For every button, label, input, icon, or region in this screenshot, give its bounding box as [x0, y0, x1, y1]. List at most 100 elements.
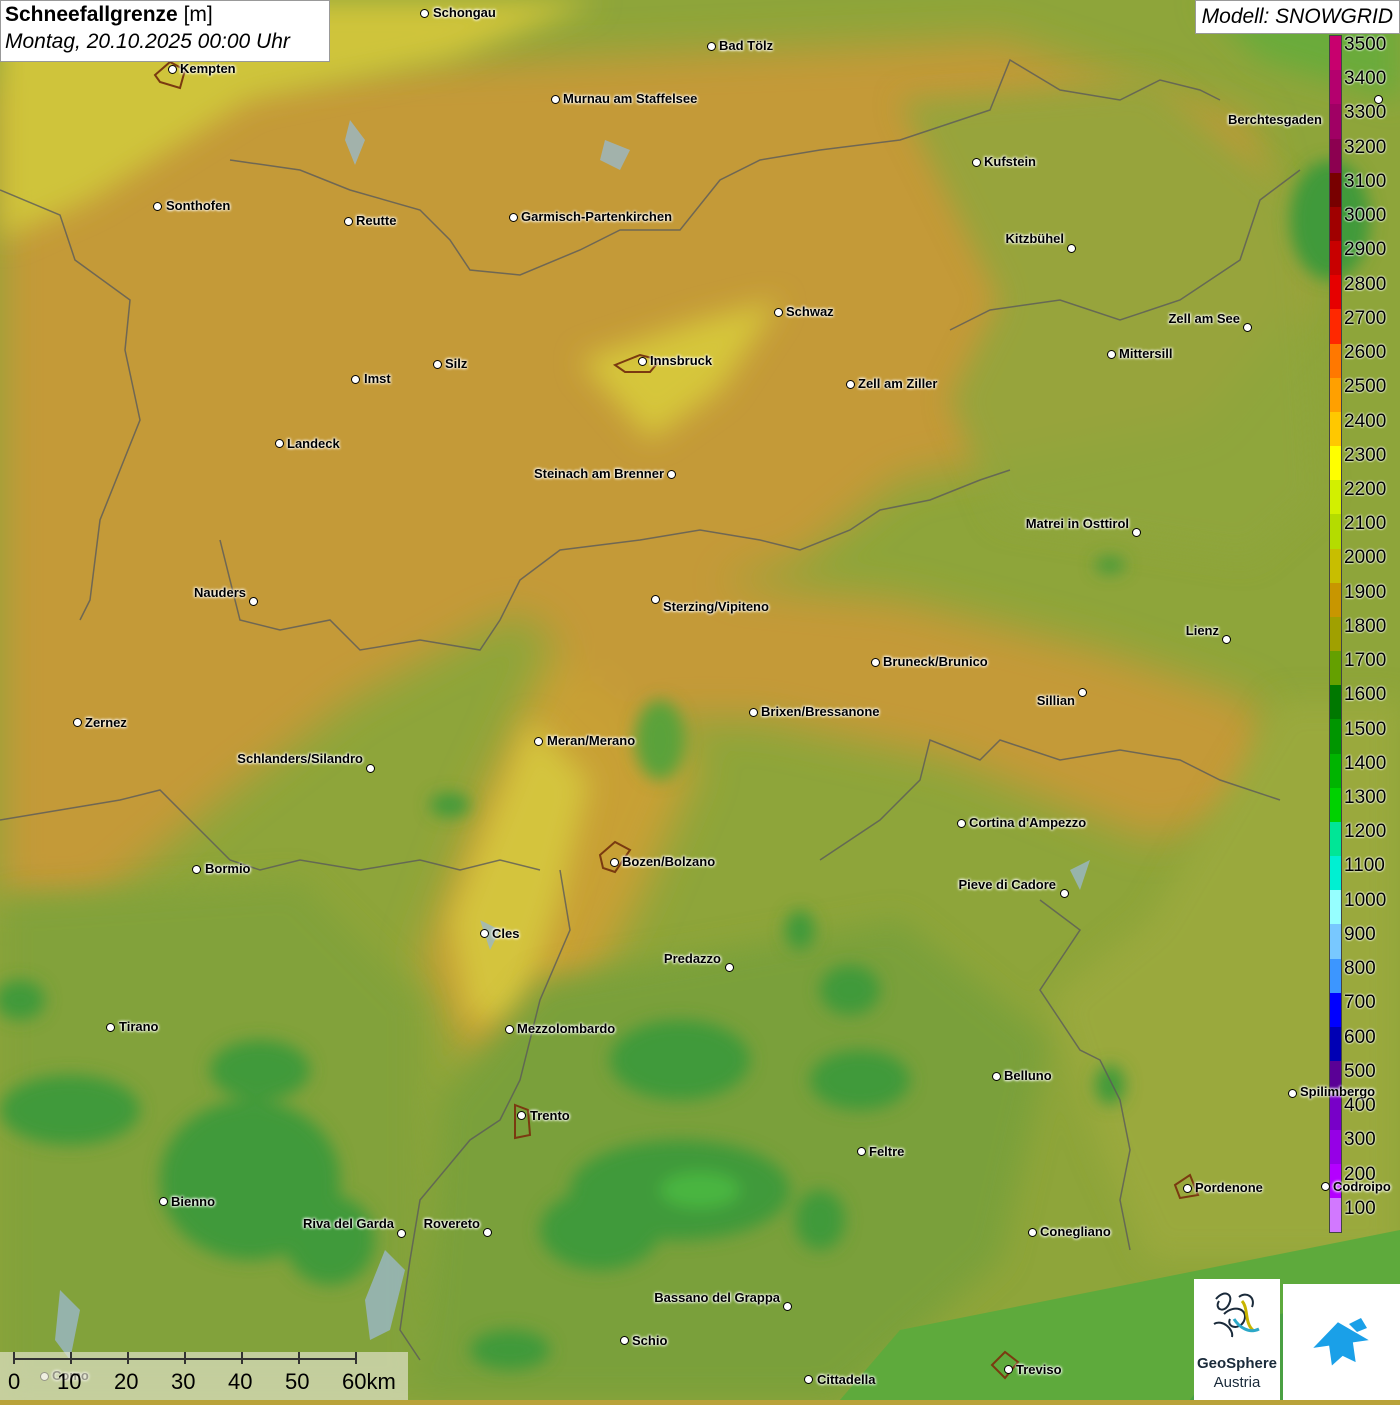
- city-marker[interactable]: [783, 1302, 792, 1311]
- partner-logo[interactable]: [1283, 1284, 1400, 1400]
- city-marker[interactable]: [667, 470, 676, 479]
- city-marker[interactable]: [1374, 95, 1383, 104]
- city-marker[interactable]: [1132, 528, 1141, 537]
- legend-step-3100: [1330, 172, 1341, 207]
- city-marker[interactable]: [620, 1336, 629, 1345]
- city-marker[interactable]: [707, 42, 716, 51]
- legend-step-1100: [1330, 856, 1341, 891]
- city-marker[interactable]: [871, 658, 880, 667]
- legend-step-1600: [1330, 685, 1341, 720]
- city-marker[interactable]: [651, 595, 660, 604]
- city-marker[interactable]: [168, 65, 177, 74]
- city-marker[interactable]: [1288, 1089, 1297, 1098]
- legend-step-3500: [1330, 36, 1341, 71]
- city-marker[interactable]: [275, 439, 284, 448]
- legend-step-2000: [1330, 548, 1341, 583]
- legend-label-1500: 1500: [1344, 718, 1387, 740]
- city-marker[interactable]: [344, 217, 353, 226]
- city-marker[interactable]: [957, 819, 966, 828]
- city-label: Tirano: [119, 1019, 159, 1034]
- city-marker[interactable]: [749, 708, 758, 717]
- scale-label: 40: [228, 1369, 253, 1394]
- city-marker[interactable]: [1107, 350, 1116, 359]
- city-marker[interactable]: [1183, 1184, 1192, 1193]
- city-marker[interactable]: [153, 202, 162, 211]
- scale-label: 20: [114, 1369, 139, 1394]
- city-marker[interactable]: [1222, 635, 1231, 644]
- city-label: Lienz: [1185, 623, 1219, 638]
- city-label: Sillian: [1036, 693, 1075, 708]
- legend-step-3300: [1330, 104, 1341, 139]
- city-label: Landeck: [287, 436, 340, 451]
- city-marker[interactable]: [249, 597, 258, 606]
- city-label: Bormio: [205, 861, 251, 876]
- city-marker[interactable]: [534, 737, 543, 746]
- city-marker[interactable]: [517, 1111, 526, 1120]
- city-marker[interactable]: [509, 213, 518, 222]
- legend-label-2300: 2300: [1344, 444, 1387, 466]
- city-marker[interactable]: [1004, 1365, 1013, 1374]
- city-marker[interactable]: [638, 357, 647, 366]
- city-marker[interactable]: [192, 865, 201, 874]
- legend-label-1300: 1300: [1344, 787, 1387, 809]
- legend-label-500: 500: [1344, 1060, 1376, 1082]
- city-marker[interactable]: [505, 1025, 514, 1034]
- city-marker[interactable]: [610, 858, 619, 867]
- city-marker[interactable]: [351, 375, 360, 384]
- city-marker[interactable]: [73, 718, 82, 727]
- legend-label-300: 300: [1344, 1129, 1376, 1151]
- city-marker[interactable]: [972, 158, 981, 167]
- city-marker[interactable]: [725, 963, 734, 972]
- city-marker[interactable]: [846, 380, 855, 389]
- city-marker[interactable]: [420, 9, 429, 18]
- city-label: Schio: [632, 1333, 668, 1348]
- city-label: Schlanders/Silandro: [237, 751, 363, 766]
- city-marker[interactable]: [774, 308, 783, 317]
- city-marker[interactable]: [1060, 889, 1069, 898]
- city-label: Nauders: [193, 585, 246, 600]
- city-marker[interactable]: [159, 1197, 168, 1206]
- city-label: Bruneck/Brunico: [883, 654, 988, 669]
- city-marker[interactable]: [433, 360, 442, 369]
- city-marker[interactable]: [804, 1375, 813, 1384]
- legend-label-1800: 1800: [1344, 615, 1387, 637]
- city-label: Silz: [445, 356, 468, 371]
- legend-step-2100: [1330, 514, 1341, 549]
- city-marker[interactable]: [551, 95, 560, 104]
- city-marker[interactable]: [1243, 323, 1252, 332]
- legend-label-2800: 2800: [1344, 273, 1387, 295]
- legend-label-2200: 2200: [1344, 478, 1387, 500]
- city-label: Zell am See: [1168, 311, 1240, 326]
- city-marker[interactable]: [1078, 688, 1087, 697]
- city-label: Cittadella: [817, 1372, 876, 1387]
- legend-step-1900: [1330, 582, 1341, 617]
- city-marker[interactable]: [857, 1147, 866, 1156]
- legend-label-2600: 2600: [1344, 342, 1387, 364]
- geosphere-logo[interactable]: GeoSphere Austria: [1194, 1279, 1280, 1400]
- legend-step-1500: [1330, 719, 1341, 754]
- city-marker[interactable]: [106, 1023, 115, 1032]
- city-marker[interactable]: [397, 1229, 406, 1238]
- model-label: Modell: SNOWGRID: [1194, 0, 1400, 34]
- city-marker[interactable]: [992, 1072, 1001, 1081]
- city-label: Feltre: [869, 1144, 905, 1159]
- legend-step-600: [1330, 1026, 1341, 1062]
- city-label: Meran/Merano: [547, 733, 636, 748]
- city-marker[interactable]: [480, 929, 489, 938]
- city-marker[interactable]: [1028, 1228, 1037, 1237]
- legend-label-1600: 1600: [1344, 684, 1387, 706]
- legend-step-1000: [1330, 890, 1341, 925]
- scale-tick: [184, 1352, 186, 1364]
- legend-label-2700: 2700: [1344, 307, 1387, 329]
- city-marker[interactable]: [483, 1228, 492, 1237]
- city-marker[interactable]: [366, 764, 375, 773]
- legend-label-1100: 1100: [1344, 855, 1385, 877]
- city-label: Schwaz: [786, 304, 834, 319]
- city-label: Spilimbergo: [1300, 1084, 1376, 1099]
- city-marker[interactable]: [1321, 1182, 1330, 1191]
- city-marker[interactable]: [1067, 244, 1076, 253]
- city-label: Bienno: [171, 1194, 216, 1209]
- legend-label-100: 100: [1344, 1197, 1376, 1219]
- city-label: Zernez: [85, 715, 127, 730]
- city-label: Murnau am Staffelsee: [563, 91, 698, 106]
